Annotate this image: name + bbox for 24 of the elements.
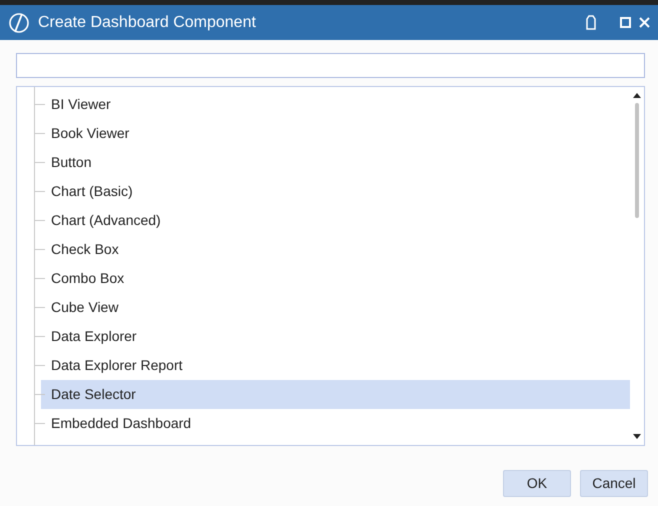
list-item[interactable]: BI Viewer <box>34 90 630 119</box>
scroll-up-icon[interactable] <box>633 93 641 99</box>
window-title: Create Dashboard Component <box>38 12 256 32</box>
list-item[interactable]: Book Viewer <box>34 119 630 148</box>
maximize-button[interactable] <box>620 17 631 28</box>
list-item[interactable]: Combo Box <box>34 264 630 293</box>
logo-icon <box>8 12 30 34</box>
ok-button[interactable]: OK <box>503 470 571 497</box>
list-item[interactable]: Chart (Advanced) <box>34 206 630 235</box>
search-field[interactable] <box>16 53 645 78</box>
list-item[interactable]: Data Explorer Report <box>34 351 630 380</box>
list-item[interactable]: Embedded Dashboard <box>34 409 630 438</box>
scroll-down-icon[interactable] <box>633 433 641 439</box>
list-item[interactable]: Chart (Basic) <box>34 177 630 206</box>
restore-button[interactable] <box>586 15 596 30</box>
scrollbar-thumb[interactable] <box>635 103 639 218</box>
list-item[interactable]: Date Selector <box>34 380 630 409</box>
close-button[interactable] <box>639 17 650 28</box>
battery-icon <box>586 15 596 30</box>
list-item[interactable]: Button <box>34 148 630 177</box>
list-item[interactable]: Cube View <box>34 293 630 322</box>
list-item[interactable]: Data Explorer <box>34 322 630 351</box>
cancel-button[interactable]: Cancel <box>580 470 648 497</box>
list-item[interactable]: Check Box <box>34 235 630 264</box>
